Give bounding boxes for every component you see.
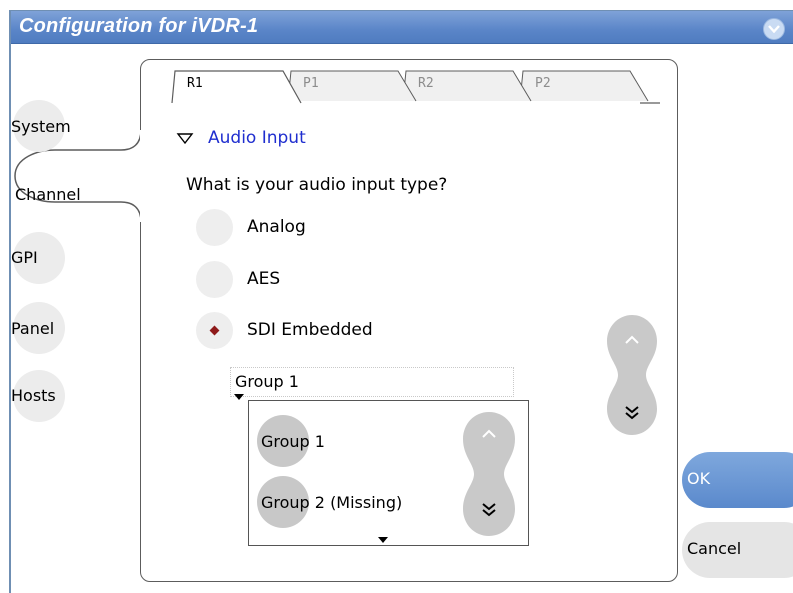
window-title: Configuration for iVDR-1 [19,15,259,37]
list-item-group-2[interactable]: Group 2 (Missing) [257,476,402,528]
audio-input-question: What is your audio input type? [186,175,448,195]
list-item-group-2-label: Group 2 (Missing) [261,492,403,512]
tab-p2-label: P2 [535,76,551,91]
radio-aes-label: AES [247,269,281,289]
tab-r1-label: R1 [187,76,203,91]
ok-button-label: OK [687,469,711,488]
list-item-group-1-label: Group 1 [261,431,325,451]
radio-sdi-embedded-circle[interactable] [196,311,233,349]
radio-selected-dot-icon [209,325,220,335]
dropdown-arrow-icon [234,394,244,400]
nav-item-channel-label: Channel [15,185,81,204]
cancel-button[interactable]: Cancel [682,522,793,578]
list-scroll-down-button[interactable] [463,488,515,534]
radio-analog[interactable]: Analog [196,207,306,247]
triangle-down-icon [176,133,194,145]
list-scroll-up-button[interactable] [463,412,515,456]
radio-analog-label: Analog [247,217,306,237]
tab-strip [171,70,660,104]
tab-r2-label: R2 [418,76,434,91]
cancel-button-label: Cancel [687,539,742,558]
nav-item-system-label: System [11,117,71,136]
nav-item-hosts-label: Hosts [11,386,56,405]
radio-sdi-embedded[interactable]: SDI Embedded [196,310,373,350]
nav-item-gpi-label: GPI [11,248,38,267]
group-dropdown[interactable]: Group 1 [230,367,514,400]
title-bar: Configuration for iVDR-1 [11,11,793,44]
panel-scroll-down-button[interactable] [607,388,657,434]
radio-analog-circle[interactable] [196,208,233,246]
radio-aes[interactable]: AES [196,259,280,299]
tab-p1-label: P1 [303,76,319,91]
nav-item-panel-label: Panel [11,319,55,338]
list-item-group-1[interactable]: Group 1 [257,415,325,467]
panel-scroll-up-button[interactable] [607,316,657,360]
ok-button[interactable]: OK [682,452,793,508]
window-menu-button[interactable] [763,18,785,40]
radio-aes-circle[interactable] [196,260,233,298]
list-more-arrow-icon [378,537,388,543]
audio-input-section-toggle[interactable]: Audio Input [176,128,306,148]
section-title: Audio Input [208,128,306,148]
group-dropdown-value: Group 1 [235,372,299,391]
radio-sdi-embedded-label: SDI Embedded [247,320,373,340]
chevron-down-icon [768,25,780,33]
